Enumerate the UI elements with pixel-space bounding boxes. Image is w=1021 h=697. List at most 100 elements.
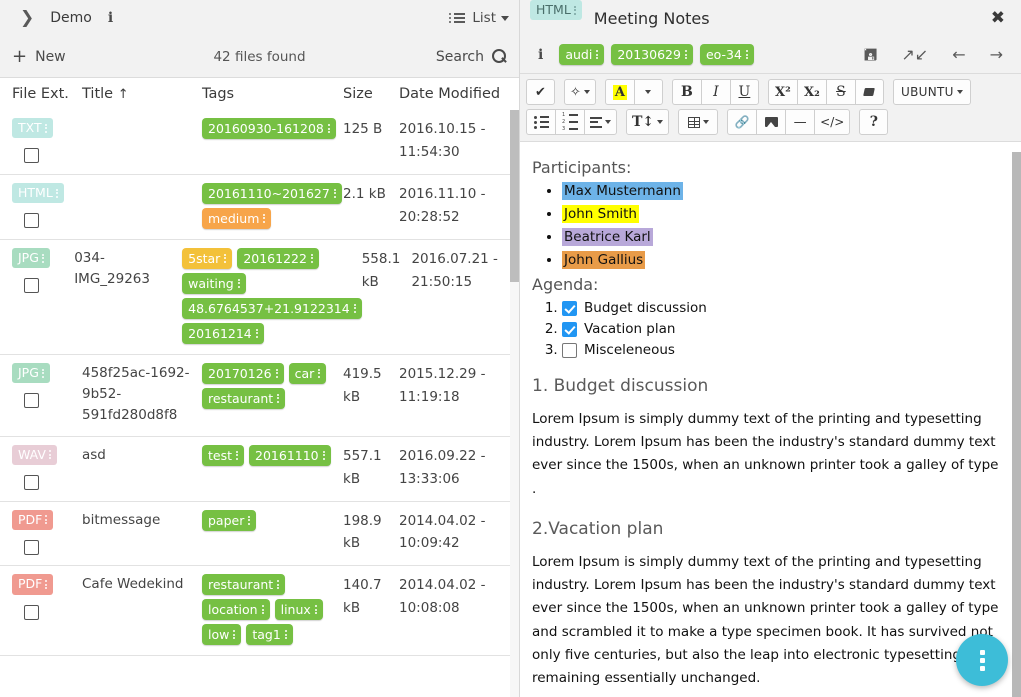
forward-arrow-icon[interactable]: → — [990, 47, 1003, 63]
kebab-menu-icon[interactable] — [328, 124, 330, 133]
file-tag[interactable]: car — [289, 363, 327, 384]
table-row[interactable]: PDFCafe Wedekindrestaurantlocationlinuxl… — [0, 566, 519, 656]
file-ext-badge[interactable]: HTML — [12, 183, 64, 203]
source-code-button[interactable]: </> — [814, 109, 850, 135]
confirm-button[interactable]: ✔ — [526, 79, 555, 105]
horizontal-rule-button[interactable]: — — [785, 109, 814, 135]
kebab-menu-icon[interactable] — [276, 369, 278, 378]
expand-icon[interactable]: ↗↙ — [901, 47, 928, 63]
kebab-menu-icon[interactable] — [236, 451, 238, 460]
file-tag[interactable]: 20170126 — [202, 363, 284, 384]
insert-image-button[interactable] — [756, 109, 785, 135]
file-tag[interactable]: 48.6764537+21.9122314 — [182, 298, 362, 319]
back-arrow-icon[interactable]: ← — [952, 47, 965, 63]
table-button[interactable] — [678, 109, 718, 135]
note-info-icon[interactable]: i — [538, 47, 543, 63]
strikethrough-button[interactable]: S — [826, 79, 855, 105]
file-tag[interactable]: waiting — [182, 273, 246, 294]
file-title-cell[interactable]: bitmessage — [82, 510, 194, 531]
superscript-button[interactable]: X² — [768, 79, 797, 105]
note-tag[interactable]: 20130629 — [611, 44, 693, 65]
kebab-menu-icon[interactable] — [318, 369, 320, 378]
file-title-cell[interactable]: 458f25ac-1692-9b52-591fd280d8f8 — [82, 363, 194, 426]
table-row[interactable]: PDFbitmessagepaper198.9 kB2014.04.02 - 1… — [0, 502, 519, 567]
file-tag[interactable]: low — [202, 624, 241, 645]
table-row[interactable]: HTML20161110~201627medium2.1 kB2016.11.1… — [0, 175, 519, 240]
kebab-menu-icon[interactable] — [224, 254, 226, 263]
magic-format-button[interactable]: ✧ — [564, 79, 596, 105]
breadcrumb[interactable]: Demo — [50, 10, 92, 26]
kebab-menu-icon[interactable] — [323, 451, 325, 460]
column-header-title[interactable]: Title ↑ — [82, 86, 194, 102]
search-control[interactable]: Search — [436, 49, 507, 65]
kebab-menu-icon[interactable] — [45, 515, 47, 524]
file-ext-badge[interactable]: PDF — [12, 510, 53, 530]
agenda-checkbox[interactable] — [562, 322, 577, 337]
file-list[interactable]: TXT20160930-161208125 B2016.10.15 - 11:5… — [0, 110, 519, 697]
kebab-menu-icon[interactable] — [685, 50, 687, 59]
file-tag[interactable]: 20161110 — [249, 445, 331, 466]
align-button[interactable] — [584, 109, 617, 135]
column-header-tags[interactable]: Tags — [194, 86, 343, 102]
column-header-date[interactable]: Date Modified — [399, 86, 511, 102]
file-tag[interactable]: paper — [202, 510, 256, 531]
file-tag[interactable]: location — [202, 599, 270, 620]
file-ext-badge[interactable]: TXT — [12, 118, 53, 138]
italic-button[interactable]: I — [701, 79, 730, 105]
kebab-menu-icon[interactable] — [56, 189, 58, 198]
kebab-menu-icon[interactable] — [574, 6, 576, 15]
search-icon[interactable] — [492, 49, 507, 64]
table-row[interactable]: JPG 458f25ac-1692-9b52-591fd280d8f8 201701… — [0, 355, 519, 437]
kebab-menu-icon[interactable] — [277, 580, 279, 589]
kebab-menu-icon[interactable] — [45, 580, 47, 589]
row-checkbox[interactable] — [24, 278, 39, 293]
kebab-menu-icon[interactable] — [285, 630, 287, 639]
floating-action-button[interactable] — [956, 634, 1008, 686]
kebab-menu-icon[interactable] — [277, 394, 279, 403]
file-tag[interactable]: 20161110~201627 — [202, 183, 342, 204]
row-checkbox[interactable] — [24, 540, 39, 555]
kebab-menu-icon[interactable] — [42, 254, 44, 263]
subscript-button[interactable]: X₂ — [797, 79, 826, 105]
info-icon[interactable]: i — [108, 10, 113, 26]
row-checkbox[interactable] — [24, 213, 39, 228]
row-checkbox[interactable] — [24, 148, 39, 163]
kebab-menu-icon[interactable] — [262, 605, 264, 614]
kebab-menu-icon[interactable] — [334, 189, 336, 198]
file-ext-badge[interactable]: WAV — [12, 445, 57, 465]
font-family-dropdown[interactable]: UBUNTU — [893, 79, 971, 105]
save-icon[interactable]: 🖪 — [864, 47, 878, 63]
kebab-menu-icon[interactable] — [746, 50, 748, 59]
underline-button[interactable]: U — [730, 79, 759, 105]
note-tag[interactable]: eo-34 — [700, 44, 754, 65]
clear-format-button[interactable] — [855, 79, 884, 105]
kebab-menu-icon[interactable] — [315, 605, 317, 614]
note-scroll-thumb[interactable] — [1012, 152, 1021, 697]
text-size-button[interactable]: T↕ — [626, 109, 669, 135]
row-checkbox[interactable] — [24, 475, 39, 490]
table-row[interactable]: JPG034-IMG_292635star20161222waiting48.6… — [0, 240, 519, 355]
column-header-file-ext[interactable]: File Ext. — [8, 86, 82, 102]
kebab-menu-icon[interactable] — [45, 124, 47, 133]
row-checkbox[interactable] — [24, 605, 39, 620]
file-list-scrollbar[interactable] — [510, 110, 519, 697]
plus-icon[interactable]: + — [12, 48, 27, 66]
text-highlight-color-button[interactable]: A — [605, 79, 634, 105]
file-ext-badge[interactable]: PDF — [12, 574, 53, 594]
file-tag[interactable]: 20160930-161208 — [202, 118, 336, 139]
kebab-menu-icon[interactable] — [248, 516, 250, 525]
file-tag[interactable]: 20161214 — [182, 323, 264, 344]
unordered-list-button[interactable] — [526, 109, 555, 135]
file-ext-badge[interactable]: JPG — [12, 363, 50, 383]
kebab-menu-icon[interactable] — [233, 630, 235, 639]
agenda-checkbox[interactable] — [562, 343, 577, 358]
note-scrollbar[interactable] — [1012, 152, 1021, 697]
kebab-menu-icon[interactable] — [238, 279, 240, 288]
file-title-cell[interactable]: asd — [82, 445, 194, 466]
file-tag[interactable]: 20161222 — [237, 248, 319, 269]
row-checkbox[interactable] — [24, 393, 39, 408]
file-title-cell[interactable]: Cafe Wedekind — [82, 574, 194, 595]
note-filetype-badge[interactable]: HTML — [530, 0, 582, 20]
kebab-menu-icon[interactable] — [596, 50, 598, 59]
bold-button[interactable]: B — [672, 79, 701, 105]
